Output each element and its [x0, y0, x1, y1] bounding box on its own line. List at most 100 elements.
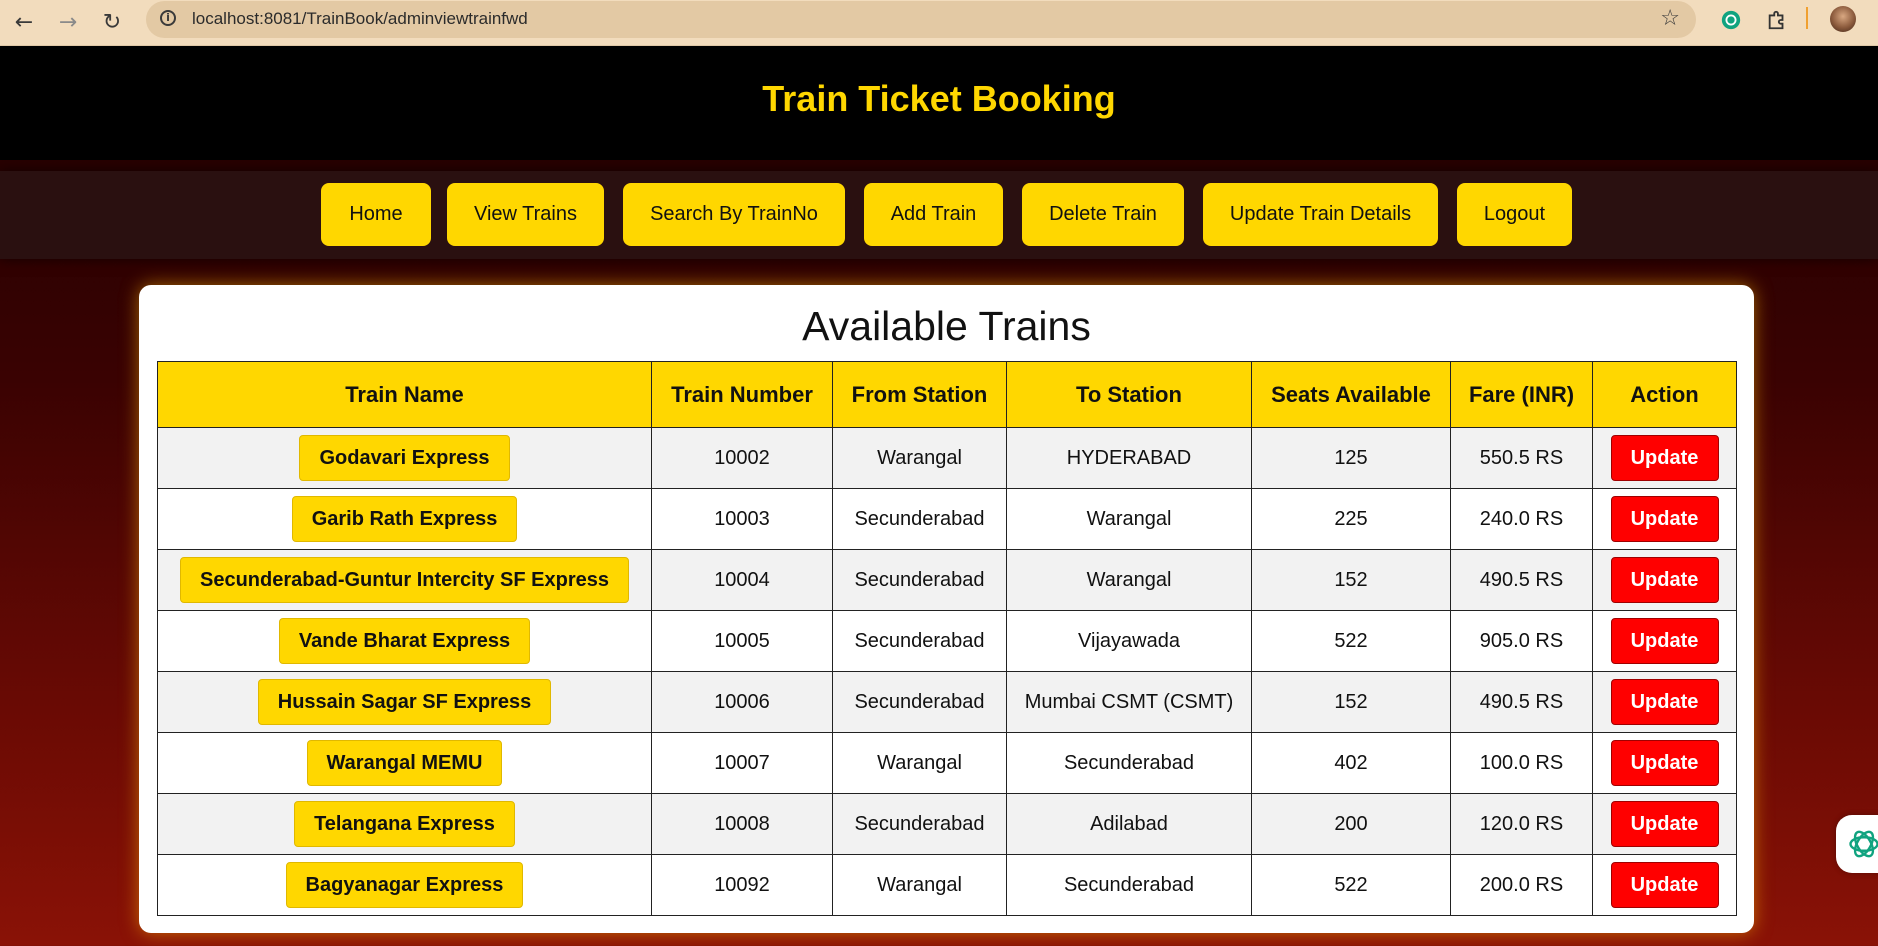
from-station-cell: Secunderabad: [832, 793, 1007, 855]
action-cell: Update: [1592, 549, 1737, 611]
col-header-seats-available: Seats Available: [1251, 361, 1451, 428]
from-station-cell: Secunderabad: [832, 671, 1007, 733]
nav-view-trains-button[interactable]: View Trains: [447, 183, 604, 246]
col-header-train-name: Train Name: [157, 361, 652, 428]
to-station-cell: Vijayawada: [1006, 610, 1252, 672]
update-button[interactable]: Update: [1610, 740, 1719, 786]
train-name-cell: Warangal MEMU: [157, 732, 652, 794]
from-station-cell: Warangal: [832, 732, 1007, 794]
section-title: Available Trains: [802, 303, 1091, 349]
update-button[interactable]: Update: [1610, 496, 1719, 542]
train-name-button[interactable]: Hussain Sagar SF Express: [257, 679, 552, 725]
trains-table: Train Name Train Number From Station To …: [157, 361, 1737, 916]
col-header-fare: Fare (INR): [1450, 361, 1593, 428]
from-station-cell: Warangal: [832, 854, 1007, 916]
nav-delete-train-button[interactable]: Delete Train: [1022, 183, 1184, 246]
update-button[interactable]: Update: [1610, 862, 1719, 908]
fare-cell: 100.0 RS: [1450, 732, 1593, 794]
to-station-cell: Mumbai CSMT (CSMT): [1006, 671, 1252, 733]
nav-search-by-trainno-button[interactable]: Search By TrainNo: [623, 183, 845, 246]
update-button[interactable]: Update: [1610, 557, 1719, 603]
reload-icon[interactable]: ↻: [94, 4, 130, 40]
seats-cell: 125: [1251, 427, 1451, 489]
col-header-to-station: To Station: [1006, 361, 1252, 428]
col-header-train-number: Train Number: [651, 361, 833, 428]
train-name-button[interactable]: Godavari Express: [299, 435, 510, 481]
nav-logout-button[interactable]: Logout: [1457, 183, 1572, 246]
action-cell: Update: [1592, 610, 1737, 672]
fare-cell: 240.0 RS: [1450, 488, 1593, 550]
train-name-button[interactable]: Vande Bharat Express: [278, 618, 531, 664]
train-name-cell: Godavari Express: [157, 427, 652, 489]
train-name-button[interactable]: Bagyanagar Express: [285, 862, 524, 908]
to-station-cell: Secunderabad: [1006, 854, 1252, 916]
train-name-cell: Garib Rath Express: [157, 488, 652, 550]
nav-home-button[interactable]: Home: [321, 183, 431, 246]
fare-cell: 120.0 RS: [1450, 793, 1593, 855]
train-number-cell: 10005: [651, 610, 833, 672]
train-name-button[interactable]: Warangal MEMU: [306, 740, 503, 786]
url-text[interactable]: localhost:8081/TrainBook/adminviewtrainf…: [192, 9, 528, 29]
action-cell: Update: [1592, 854, 1737, 916]
from-station-cell: Warangal: [832, 427, 1007, 489]
update-button[interactable]: Update: [1610, 679, 1719, 725]
address-bar[interactable]: i localhost:8081/TrainBook/adminviewtrai…: [146, 1, 1696, 38]
to-station-cell: HYDERABAD: [1006, 427, 1252, 489]
train-number-cell: 10007: [651, 732, 833, 794]
train-name-cell: Bagyanagar Express: [157, 854, 652, 916]
train-number-cell: 10008: [651, 793, 833, 855]
table-row: Hussain Sagar SF Express 10006 Secundera…: [157, 671, 1737, 733]
forward-arrow-icon[interactable]: →: [50, 4, 86, 40]
site-info-icon[interactable]: i: [160, 10, 176, 26]
table-row: Godavari Express 10002 Warangal HYDERABA…: [157, 427, 1737, 489]
train-number-cell: 10006: [651, 671, 833, 733]
fare-cell: 550.5 RS: [1450, 427, 1593, 489]
train-name-button[interactable]: Secunderabad-Guntur Intercity SF Express: [180, 557, 629, 603]
table-row: Telangana Express 10008 Secunderabad Adi…: [157, 793, 1737, 855]
nav-add-train-button[interactable]: Add Train: [864, 183, 1003, 246]
page-header: Train Ticket Booking: [0, 46, 1878, 160]
extensions-puzzle-icon[interactable]: [1762, 5, 1792, 35]
table-row: Secunderabad-Guntur Intercity SF Express…: [157, 549, 1737, 611]
table-header-row: Train Name Train Number From Station To …: [157, 361, 1737, 428]
chatgpt-sidebar-widget[interactable]: [1836, 815, 1878, 873]
update-button[interactable]: Update: [1610, 618, 1719, 664]
page-title: Train Ticket Booking: [762, 78, 1116, 119]
train-name-button[interactable]: Garib Rath Express: [291, 496, 518, 542]
from-station-cell: Secunderabad: [832, 549, 1007, 611]
seats-cell: 522: [1251, 610, 1451, 672]
table-row: Vande Bharat Express 10005 Secunderabad …: [157, 610, 1737, 672]
nav-update-train-details-button[interactable]: Update Train Details: [1203, 183, 1438, 246]
table-row: Bagyanagar Express 10092 Warangal Secund…: [157, 854, 1737, 916]
fare-cell: 200.0 RS: [1450, 854, 1593, 916]
train-name-cell: Vande Bharat Express: [157, 610, 652, 672]
main-navbar: Home View Trains Search By TrainNo Add T…: [0, 171, 1878, 259]
train-name-cell: Secunderabad-Guntur Intercity SF Express: [157, 549, 652, 611]
table-row: Warangal MEMU 10007 Warangal Secunderaba…: [157, 732, 1737, 794]
action-cell: Update: [1592, 671, 1737, 733]
table-row: Garib Rath Express 10003 Secunderabad Wa…: [157, 488, 1737, 550]
seats-cell: 402: [1251, 732, 1451, 794]
update-button[interactable]: Update: [1610, 801, 1719, 847]
train-name-cell: Hussain Sagar SF Express: [157, 671, 652, 733]
fare-cell: 905.0 RS: [1450, 610, 1593, 672]
col-header-action: Action: [1592, 361, 1737, 428]
bookmark-star-icon[interactable]: ☆: [1660, 6, 1680, 31]
fare-cell: 490.5 RS: [1450, 549, 1593, 611]
fare-cell: 490.5 RS: [1450, 671, 1593, 733]
train-number-cell: 10092: [651, 854, 833, 916]
profile-avatar[interactable]: [1830, 6, 1856, 32]
chatgpt-extension-icon[interactable]: [1716, 5, 1746, 35]
col-header-from-station: From Station: [832, 361, 1007, 428]
trains-card: Available Trains Train Name Train Number…: [139, 285, 1754, 933]
train-name-button[interactable]: Telangana Express: [294, 801, 515, 847]
back-arrow-icon[interactable]: ←: [6, 4, 42, 40]
from-station-cell: Secunderabad: [832, 488, 1007, 550]
to-station-cell: Secunderabad: [1006, 732, 1252, 794]
seats-cell: 152: [1251, 671, 1451, 733]
chatgpt-logo-icon: [1849, 830, 1878, 858]
action-cell: Update: [1592, 732, 1737, 794]
update-button[interactable]: Update: [1610, 435, 1719, 481]
seats-cell: 522: [1251, 854, 1451, 916]
action-cell: Update: [1592, 488, 1737, 550]
